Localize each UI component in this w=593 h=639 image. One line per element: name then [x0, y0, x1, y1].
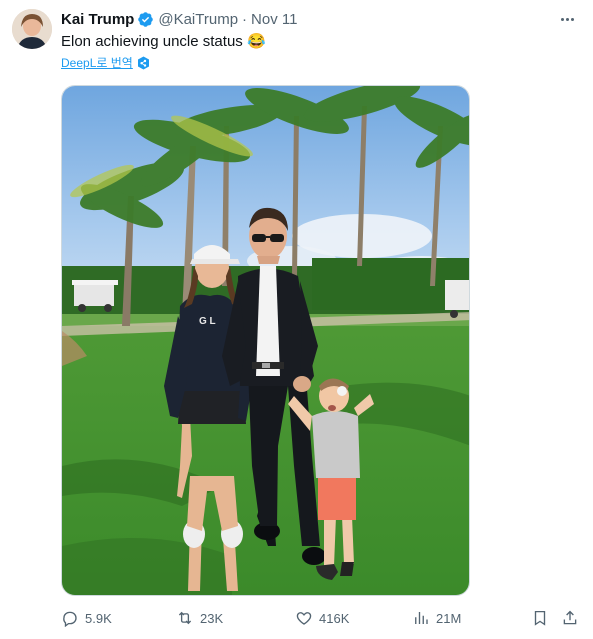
views-button[interactable]: 21M — [412, 606, 461, 630]
bookmark-icon — [534, 610, 546, 626]
like-count: 416K — [319, 610, 350, 626]
translate-label[interactable]: DeepL로 번역 — [61, 54, 133, 71]
retweet-button[interactable]: 23K — [176, 606, 223, 630]
like-icon — [296, 612, 312, 625]
tweet-header: Kai Trump @KaiTrump · Nov 11 — [61, 9, 297, 29]
views-count: 21M — [436, 610, 462, 626]
bookmark-button[interactable] — [531, 606, 549, 630]
author-name[interactable]: Kai Trump — [61, 11, 134, 28]
tweet-actions: 5.9K 23K 416K 21M — [61, 606, 581, 630]
tweet-timestamp[interactable]: Nov 11 — [251, 11, 297, 28]
tweet-card[interactable]: Kai Trump @KaiTrump · Nov 11 Elon achiev… — [0, 0, 593, 639]
more-icon[interactable] — [557, 11, 577, 27]
tweet-text: Elon achieving uncle status 😂 — [61, 33, 266, 50]
reply-icon — [63, 611, 77, 627]
share-icon — [563, 610, 577, 625]
retweet-icon — [178, 611, 192, 625]
verified-badge-icon — [138, 11, 154, 27]
views-icon — [415, 612, 428, 624]
reply-button[interactable]: 5.9K — [61, 606, 112, 630]
translate-link[interactable]: DeepL로 번역 — [61, 54, 150, 71]
separator-dot: · — [242, 10, 248, 28]
deepl-icon — [137, 56, 149, 69]
tweet-photo[interactable]: G L — [61, 85, 470, 596]
like-button[interactable]: 416K — [295, 606, 349, 630]
share-button[interactable] — [561, 606, 579, 630]
retweet-count: 23K — [200, 610, 224, 626]
shirt-text: G L — [199, 316, 216, 327]
author-handle[interactable]: @KaiTrump — [158, 11, 238, 28]
avatar[interactable] — [12, 9, 52, 49]
reply-count: 5.9K — [85, 610, 112, 626]
